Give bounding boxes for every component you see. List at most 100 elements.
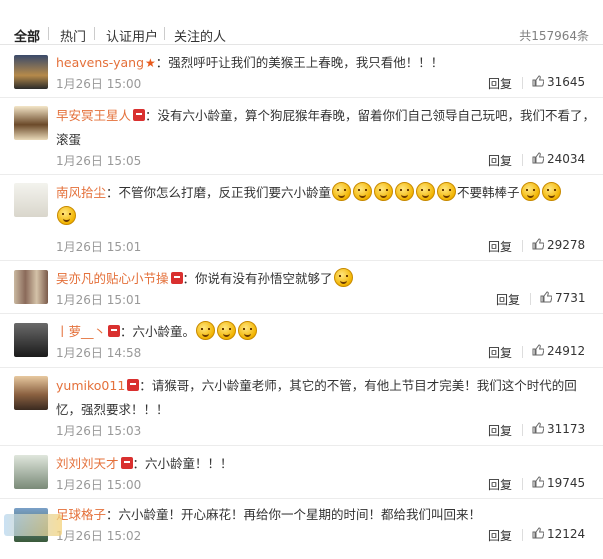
like-button[interactable]: 29278 bbox=[532, 238, 585, 252]
reply-button[interactable]: 回复 bbox=[488, 152, 512, 169]
comment-username[interactable]: 足球格子 bbox=[56, 507, 106, 522]
comment-total-count: 共157964条 bbox=[519, 29, 589, 43]
comment-body: 刘刘刘天才 ：六小龄童！！！ bbox=[56, 452, 233, 476]
like-button[interactable]: 19745 bbox=[532, 476, 585, 490]
like-count: 24034 bbox=[547, 152, 586, 166]
thumbs-up-icon bbox=[532, 422, 544, 434]
comment-text: ：请猴哥，六小龄童老师，其它的不管，有他上节目才完美！我们这个时代的回 bbox=[139, 378, 577, 393]
angry-face-emoji-icon bbox=[541, 182, 561, 201]
avatar[interactable] bbox=[14, 376, 48, 410]
comment-item: 足球格子：六小龄童！开心麻花！再给你一个星期的时间！都给我们叫回来！ 1月26日… bbox=[0, 499, 603, 559]
comment-body: heavens-yang★：强烈呼吁让我们的美猴王上春晚，我只看他！！！ bbox=[56, 51, 443, 75]
comment-username[interactable]: 吴亦凡的贴心小节操 bbox=[56, 271, 169, 286]
comment-item: 南风拾尘：不管你怎么打磨，反正我们要六小龄童 不要韩棒子 1月26日 15:01 … bbox=[0, 175, 603, 261]
comment-username[interactable]: 丨萝__丶 bbox=[56, 324, 106, 339]
avatar[interactable] bbox=[14, 270, 48, 304]
tab-following[interactable]: 关注的人 bbox=[174, 26, 226, 45]
action-divider bbox=[530, 293, 531, 305]
comment-time: 1月26日 15:02 bbox=[56, 529, 142, 543]
action-divider bbox=[522, 478, 523, 490]
comment-body: 早安冥王星人 ：没有六小龄童，算个狗屁猴年春晚，留着你们自己领导自己玩吧，我们不看… bbox=[56, 104, 595, 152]
comment-text: ：没有六小龄童，算个狗屁猴年春晚，留着你们自己领导自己玩吧，我们不看了， bbox=[145, 108, 596, 123]
comment-username[interactable]: 早安冥王星人 bbox=[56, 108, 131, 123]
avatar[interactable] bbox=[14, 183, 48, 217]
reply-button[interactable]: 回复 bbox=[488, 527, 512, 544]
member-badge-icon bbox=[133, 109, 146, 121]
like-button[interactable]: 31173 bbox=[532, 422, 585, 436]
comment-body: 南风拾尘：不管你怎么打磨，反正我们要六小龄童 不要韩棒子 bbox=[56, 181, 596, 229]
comment-item: 丨萝__丶 ：六小龄童。 1月26日 14:58 回复 24912 bbox=[0, 314, 603, 368]
comment-text: ：六小龄童。 bbox=[120, 324, 196, 339]
comment-text-continued: 忆，强烈要求！！！ bbox=[56, 402, 169, 417]
avatar[interactable] bbox=[14, 55, 48, 89]
comment-time: 1月26日 15:01 bbox=[56, 293, 142, 307]
reply-button[interactable]: 回复 bbox=[488, 476, 512, 493]
comment-username[interactable]: 刘刘刘天才 bbox=[56, 456, 119, 471]
comment-text-continued: 滚蛋 bbox=[56, 132, 82, 147]
comment-time: 1月26日 15:00 bbox=[56, 478, 142, 492]
action-divider bbox=[522, 346, 523, 358]
angry-face-emoji-icon bbox=[520, 182, 540, 201]
tab-hot[interactable]: 热门 bbox=[60, 26, 86, 45]
thumbs-up-icon bbox=[532, 152, 544, 164]
member-badge-icon bbox=[127, 379, 140, 391]
comment-text: ：六小龄童！开心麻花！再给你一个星期的时间！都给我们叫回来！ bbox=[106, 507, 482, 522]
action-divider bbox=[522, 77, 523, 89]
reply-button[interactable]: 回复 bbox=[496, 291, 520, 308]
watermark-logo bbox=[4, 514, 62, 536]
member-badge-icon bbox=[108, 325, 121, 337]
comment-username[interactable]: 南风拾尘 bbox=[56, 185, 106, 200]
comment-time: 1月26日 15:03 bbox=[56, 424, 142, 438]
star-icon: ★ bbox=[145, 56, 156, 70]
thumbs-up-icon bbox=[532, 476, 544, 488]
smile-emoji-icon bbox=[333, 268, 353, 287]
comment-item: yumiko011 ：请猴哥，六小龄童老师，其它的不管，有他上节目才完美！我们这个… bbox=[0, 368, 603, 446]
reply-button[interactable]: 回复 bbox=[488, 422, 512, 439]
comment-time: 1月26日 15:05 bbox=[56, 154, 142, 168]
action-divider bbox=[522, 240, 523, 252]
like-button[interactable]: 24034 bbox=[532, 152, 585, 166]
thumbs-up-icon bbox=[532, 344, 544, 356]
member-badge-icon bbox=[170, 272, 183, 284]
like-count: 19745 bbox=[547, 476, 586, 490]
tab-all[interactable]: 全部 bbox=[14, 26, 40, 45]
angry-face-emoji-icon bbox=[332, 182, 352, 201]
thumbs-up-icon bbox=[532, 527, 544, 539]
angry-face-emoji-icon bbox=[353, 182, 373, 201]
comment-time: 1月26日 15:01 bbox=[56, 240, 142, 254]
avatar[interactable] bbox=[14, 106, 48, 140]
comment-text: ：不管你怎么打磨，反正我们要六小龄童 bbox=[106, 185, 332, 200]
comment-body: 足球格子：六小龄童！开心麻花！再给你一个星期的时间！都给我们叫回来！ bbox=[56, 503, 481, 527]
comment-item: heavens-yang★：强烈呼吁让我们的美猴王上春晚，我只看他！！！ 1月2… bbox=[0, 45, 603, 98]
tab-divider bbox=[48, 27, 49, 40]
comment-list: heavens-yang★：强烈呼吁让我们的美猴王上春晚，我只看他！！！ 1月2… bbox=[0, 45, 603, 559]
thumbs-up-icon bbox=[540, 291, 552, 303]
comment-text: ：强烈呼吁让我们的美猴王上春晚，我只看他！！！ bbox=[155, 55, 444, 70]
like-button[interactable]: 31645 bbox=[532, 75, 585, 89]
smile-emoji-icon bbox=[217, 321, 237, 340]
comment-username[interactable]: yumiko011 bbox=[56, 378, 125, 393]
like-button[interactable]: 7731 bbox=[540, 291, 586, 305]
reply-button[interactable]: 回复 bbox=[488, 238, 512, 255]
like-count: 7731 bbox=[555, 291, 586, 305]
angry-face-emoji-icon bbox=[437, 182, 457, 201]
comment-text: ：你说有没有孙悟空就够了 bbox=[182, 271, 333, 286]
avatar[interactable] bbox=[14, 323, 48, 357]
smile-emoji-icon bbox=[196, 321, 216, 340]
reply-button[interactable]: 回复 bbox=[488, 344, 512, 361]
comment-body: 丨萝__丶 ：六小龄童。 bbox=[56, 320, 258, 344]
reply-button[interactable]: 回复 bbox=[488, 75, 512, 92]
comment-text-tail: 不要韩棒子 bbox=[457, 185, 520, 200]
like-button[interactable]: 24912 bbox=[532, 344, 585, 358]
comment-item: 刘刘刘天才 ：六小龄童！！！ 1月26日 15:00 回复 19745 bbox=[0, 446, 603, 499]
like-count: 31173 bbox=[547, 422, 586, 436]
thumbs-up-icon bbox=[532, 75, 544, 87]
angry-face-emoji-icon bbox=[374, 182, 394, 201]
tab-verified[interactable]: 认证用户 bbox=[106, 26, 158, 45]
comment-text: ：六小龄童！！！ bbox=[132, 456, 233, 471]
tab-divider bbox=[164, 27, 165, 40]
angry-face-emoji-icon bbox=[57, 206, 76, 225]
comment-body: yumiko011 ：请猴哥，六小龄童老师，其它的不管，有他上节目才完美！我们这个… bbox=[56, 374, 577, 422]
avatar[interactable] bbox=[14, 455, 48, 489]
comment-username[interactable]: heavens-yang bbox=[56, 55, 144, 70]
